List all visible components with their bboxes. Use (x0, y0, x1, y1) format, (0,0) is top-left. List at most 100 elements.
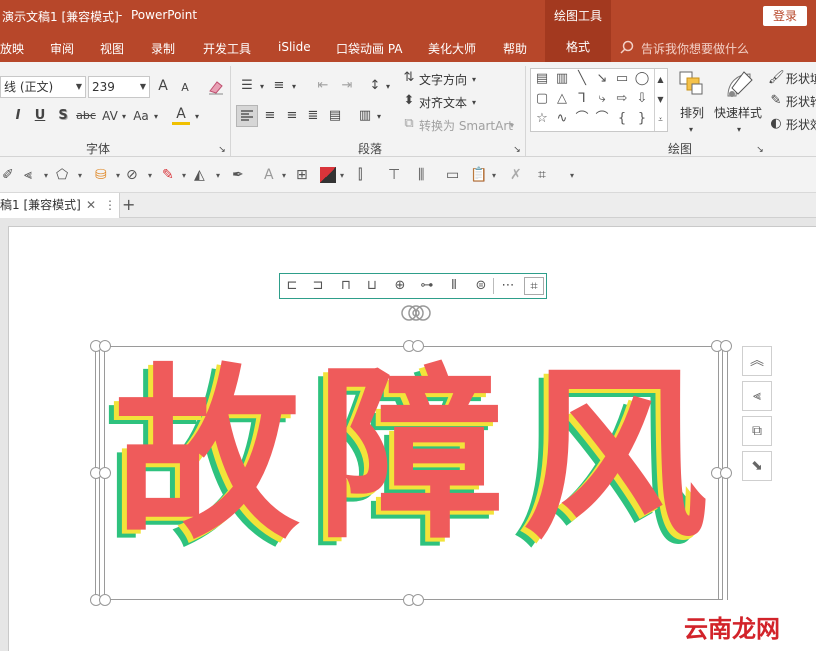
font-name-dropdown-icon[interactable]: ▼ (74, 79, 84, 95)
grow-font-icon[interactable]: A (155, 78, 171, 94)
merge-dropdown-icon[interactable]: ▾ (148, 171, 152, 180)
paste-dropdown-icon[interactable]: ▾ (492, 171, 496, 180)
shape-right-arrow-icon[interactable]: ⇨ (613, 91, 631, 107)
quick-styles-icon[interactable] (722, 68, 756, 102)
shape-triangle-icon[interactable]: △ (553, 91, 571, 107)
slide-text-main[interactable]: 故障风 (114, 363, 726, 549)
fill-bucket-icon[interactable]: ⛁ (95, 167, 107, 183)
text-fill-icon[interactable]: ◭ (194, 167, 205, 183)
distribute-horizontal-icon[interactable]: ⊶ (417, 277, 437, 295)
tab-developer[interactable]: 开发工具 (203, 40, 251, 57)
shape-freeform-icon[interactable]: ⌒ (573, 111, 591, 127)
line-spacing-dropdown-icon[interactable]: ▾ (384, 79, 392, 95)
shape-right-brace-icon[interactable]: } (633, 111, 651, 127)
shape-curve-icon[interactable]: ∿ (553, 111, 571, 127)
expand-icon[interactable]: ⬊ (742, 451, 772, 481)
align-top-icon[interactable]: ⊤ (388, 167, 400, 183)
character-spacing-button[interactable]: AV (100, 108, 120, 124)
text-color-dropdown-icon[interactable]: ▾ (282, 171, 286, 180)
shape-fill-button[interactable]: 形状填 (786, 70, 816, 87)
document-tab[interactable]: 稿1 [兼容模式] ✕ ⋮ (0, 193, 120, 218)
shape-star-icon[interactable]: ☆ (533, 111, 551, 127)
align-right-icon[interactable]: ≡ (284, 108, 300, 124)
shape-elbow-arrow-icon[interactable]: ⤷ (593, 91, 611, 107)
color-swatch-dropdown-icon[interactable]: ▾ (340, 171, 344, 180)
rotate-handle-icon[interactable] (399, 302, 435, 324)
customize-qat-icon[interactable]: ▾ (570, 171, 574, 180)
style-icon[interactable]: ⧉ (742, 416, 772, 446)
text-direction-button[interactable]: 文字方向 (419, 71, 467, 88)
tab-beautify-master[interactable]: 美化大师 (428, 40, 476, 57)
shape-down-arrow-icon[interactable]: ⇩ (633, 91, 651, 107)
shape-picker-dropdown-icon[interactable]: ▾ (78, 171, 82, 180)
gallery-down-icon[interactable]: ▼ (654, 92, 667, 108)
increase-indent-icon[interactable]: ⇥ (338, 78, 356, 94)
arrange-dropdown-icon[interactable]: ▾ (686, 122, 696, 138)
spacing-dropdown-icon[interactable]: ▾ (120, 109, 128, 125)
smartart-icon[interactable]: ⧉ (401, 116, 417, 132)
shape-elbow-connector-icon[interactable]: ⅂ (573, 91, 591, 107)
shape-picker-icon[interactable]: ⬠ (56, 167, 68, 183)
tab-review[interactable]: 审阅 (50, 40, 74, 57)
change-case-button[interactable]: Aa (131, 108, 151, 124)
paste-icon[interactable]: 📋 (470, 167, 487, 183)
clear-formatting-icon[interactable] (207, 78, 225, 96)
columns-icon[interactable]: ▥ (357, 108, 373, 124)
paragraph-dialog-launcher-icon[interactable]: ↘ (512, 142, 522, 158)
quick-styles-dropdown-icon[interactable]: ▾ (734, 122, 744, 138)
justify-icon[interactable]: ≣ (305, 108, 321, 124)
eyedropper-icon[interactable]: ✐ (2, 167, 14, 183)
align-top-icon[interactable]: ⊓ (336, 277, 356, 295)
color-swatch-icon[interactable] (320, 167, 336, 183)
line-color-dropdown-icon[interactable]: ▾ (182, 171, 186, 180)
quick-styles-button[interactable]: 快速样式 (714, 104, 762, 121)
tab-format[interactable]: 格式 (545, 32, 611, 62)
resize-handle-bottom-left-inner[interactable] (99, 594, 111, 606)
distributed-icon[interactable]: ▤ (327, 108, 343, 124)
numbering-dropdown-icon[interactable]: ▾ (290, 79, 298, 95)
distribute-vertical-icon[interactable]: ⊜ (471, 277, 491, 295)
font-color-dropdown-icon[interactable]: ▾ (193, 109, 201, 125)
arrange-icon[interactable] (676, 68, 706, 100)
align-bottom-icon[interactable]: ⊔ (362, 277, 382, 295)
shape-rectangle-icon[interactable]: ▭ (613, 71, 631, 87)
shape-outline-icon[interactable]: ✎ (768, 93, 784, 109)
decrease-indent-icon[interactable]: ⇤ (314, 78, 332, 94)
shrink-font-icon[interactable]: A (178, 80, 192, 96)
resize-handle-right-inner[interactable] (720, 467, 732, 479)
shape-arrow-line-icon[interactable]: ↘ (593, 71, 611, 87)
shape-effects-icon[interactable]: ◐ (768, 116, 784, 132)
shape-arc-icon[interactable]: ⌒ (593, 111, 611, 127)
shape-fill-icon[interactable]: 🖌 (768, 70, 785, 86)
numbering-icon[interactable]: ≡ (270, 78, 288, 94)
tab-pocket-animation[interactable]: 口袋动画 PA (336, 40, 403, 57)
arrange-button[interactable]: 排列 (680, 104, 704, 121)
align-center-icon[interactable]: ⊕ (390, 277, 410, 295)
underline-button[interactable]: U (33, 108, 47, 124)
tab-help[interactable]: 帮助 (503, 40, 527, 57)
align-center-icon[interactable]: ≡ (262, 108, 278, 124)
shape-line-icon[interactable]: ╲ (573, 71, 591, 87)
smartart-dropdown-icon[interactable]: ▾ (508, 118, 516, 134)
font-dialog-launcher-icon[interactable]: ↘ (217, 142, 227, 158)
shape-effects-button[interactable]: 形状效 (786, 116, 816, 133)
distribute-columns-icon[interactable]: ⫴ (444, 277, 464, 295)
textbox-icon[interactable]: ▭ (446, 167, 459, 183)
search-icon[interactable] (620, 40, 634, 54)
resize-handle-top-inner[interactable] (412, 340, 424, 352)
align-middle-icon[interactable]: ⫼ (418, 167, 424, 183)
fill-dropdown-icon[interactable]: ▾ (116, 171, 120, 180)
shape-left-brace-icon[interactable]: { (613, 111, 631, 127)
align-objects-icon[interactable]: ⫷ (24, 167, 32, 183)
layout-options-icon[interactable]: ⫷ (742, 381, 772, 411)
columns-dropdown-icon[interactable]: ▾ (375, 109, 383, 125)
align-dropdown-icon[interactable]: ▾ (44, 171, 48, 180)
align-right-icon[interactable]: ⊐ (308, 277, 328, 295)
bullets-icon[interactable]: ☰ (238, 78, 256, 94)
text-shadow-button[interactable]: S (56, 108, 70, 124)
resize-handle-left-inner[interactable] (99, 467, 111, 479)
new-tab-button[interactable]: + (122, 194, 138, 216)
text-direction-dropdown-icon[interactable]: ▾ (470, 72, 478, 88)
convert-smartart-button[interactable]: 转换为 SmartArt (419, 117, 513, 134)
gallery-more-icon[interactable]: ⩡ (654, 112, 667, 128)
